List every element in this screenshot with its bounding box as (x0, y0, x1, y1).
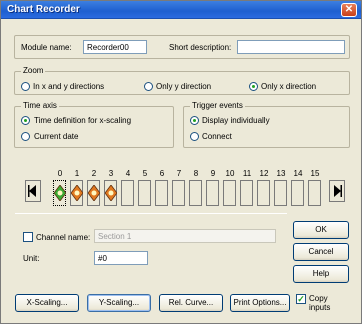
channel-number: 6 (159, 169, 165, 178)
channel-number: 5 (142, 169, 148, 178)
time-axis-group-title: Time axis (21, 101, 59, 110)
channel-slot[interactable] (138, 180, 151, 206)
channel-signal-icon (105, 185, 117, 201)
channel-number: 15 (310, 169, 320, 178)
x-scaling-button[interactable]: X-Scaling... (15, 294, 79, 312)
time-axis-group: Time axis (14, 101, 174, 148)
connect-radio[interactable] (190, 132, 199, 141)
connect-label: Connect (202, 132, 232, 141)
channel-number: 2 (91, 169, 97, 178)
print-options-button[interactable]: Print Options... (230, 294, 290, 312)
zoom-xy-label: In x and y directions (33, 82, 105, 91)
channel-slot[interactable] (70, 180, 83, 206)
help-button[interactable]: Help (293, 265, 349, 283)
title-bar[interactable]: Chart Recorder ✕ (1, 1, 361, 19)
channel-number: 13 (276, 169, 286, 178)
time-definition-label: Time definition for x-scaling (34, 116, 132, 125)
copy-inputs-checkbox[interactable]: ✓ (296, 294, 306, 304)
trigger-events-group: Trigger events (183, 101, 350, 148)
cancel-button[interactable]: Cancel (293, 243, 349, 261)
channel-slot[interactable] (274, 180, 287, 206)
channel-slot[interactable] (308, 180, 321, 206)
zoom-y-radio[interactable] (144, 82, 153, 91)
channel-slot[interactable] (189, 180, 202, 206)
channel-number: 0 (57, 169, 63, 178)
display-individually-radio[interactable] (190, 116, 199, 125)
channel-signal-icon (71, 185, 83, 201)
channel-name-checkbox[interactable] (23, 232, 33, 242)
zoom-x-radio[interactable] (249, 82, 258, 91)
channel-name-label: Channel name: (36, 233, 91, 242)
separator (15, 213, 287, 214)
arrow-right-icon (334, 185, 342, 197)
zoom-x-label: Only x direction (261, 82, 317, 91)
channel-number: 14 (293, 169, 303, 178)
window-title: Chart Recorder (7, 4, 80, 15)
ok-button[interactable]: OK (293, 221, 349, 239)
trigger-events-group-title: Trigger events (190, 101, 245, 110)
y-scaling-button[interactable]: Y-Scaling... (87, 294, 151, 312)
display-individually-label: Display individually (202, 116, 270, 125)
channel-number: 4 (125, 169, 131, 178)
channel-slot[interactable] (223, 180, 236, 206)
channel-number: 9 (210, 169, 216, 178)
close-icon[interactable]: ✕ (341, 3, 357, 17)
module-name-label: Module name: (21, 43, 72, 52)
channel-slot[interactable] (206, 180, 219, 206)
short-description-input[interactable] (237, 40, 345, 54)
channel-slot[interactable] (53, 180, 66, 206)
channel-slot[interactable] (240, 180, 253, 206)
zoom-y-label: Only y direction (156, 82, 212, 91)
copy-inputs-label-line1: Copy (309, 294, 328, 303)
channel-number: 7 (176, 169, 182, 178)
channel-slot[interactable] (87, 180, 100, 206)
rel-curve-button[interactable]: Rel. Curve... (159, 294, 223, 312)
channel-slot[interactable] (155, 180, 168, 206)
short-description-label: Short description: (169, 43, 232, 52)
time-definition-radio[interactable] (21, 116, 30, 125)
channel-number: 11 (242, 169, 252, 178)
channel-number: 8 (193, 169, 199, 178)
channel-slot[interactable] (104, 180, 117, 206)
channel-number: 10 (225, 169, 235, 178)
unit-label: Unit: (23, 254, 40, 263)
channel-slot[interactable] (291, 180, 304, 206)
unit-input[interactable]: #0 (94, 251, 148, 265)
channel-slot[interactable] (172, 180, 185, 206)
scroll-right-button[interactable] (329, 180, 345, 202)
current-date-label: Current date (34, 132, 79, 141)
channel-number: 12 (259, 169, 269, 178)
channel-slot[interactable] (257, 180, 270, 206)
channel-name-input[interactable]: Section 1 (94, 229, 276, 243)
zoom-group-title: Zoom (21, 66, 46, 75)
scroll-left-button[interactable] (25, 180, 41, 202)
channel-number: 3 (108, 169, 114, 178)
zoom-xy-radio[interactable] (21, 82, 30, 91)
arrow-left-icon (28, 185, 36, 197)
copy-inputs-label-line2: inputs (309, 303, 331, 312)
channel-signal-icon (54, 185, 66, 201)
module-name-input[interactable]: Recorder00 (83, 40, 147, 54)
current-date-radio[interactable] (21, 132, 30, 141)
channel-slot[interactable] (121, 180, 134, 206)
chart-recorder-dialog: Chart Recorder ✕ Module name: Recorder00… (0, 0, 362, 324)
channel-number: 1 (74, 169, 80, 178)
channel-signal-icon (88, 185, 100, 201)
